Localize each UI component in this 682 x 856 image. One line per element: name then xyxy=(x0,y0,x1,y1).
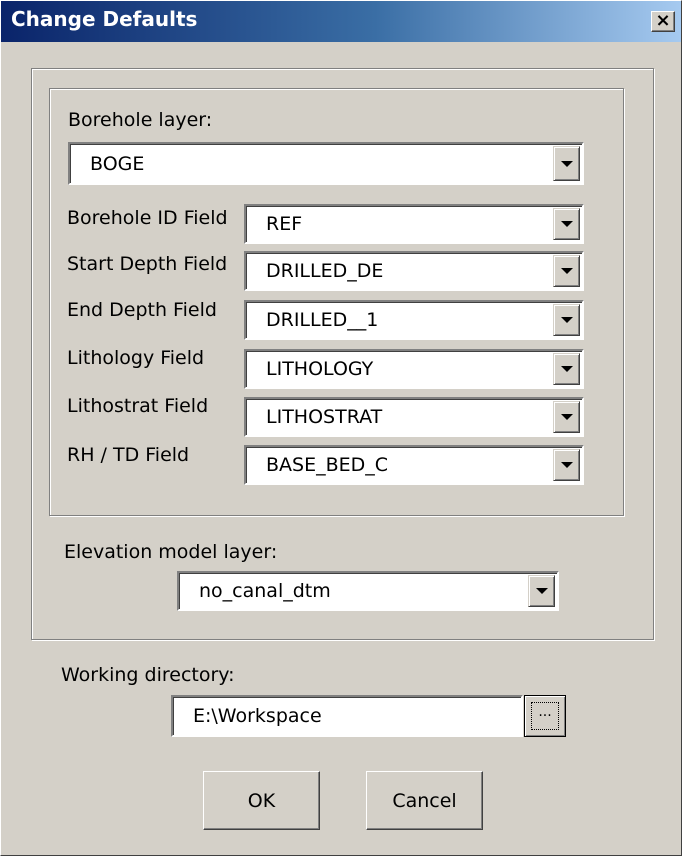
ok-button[interactable]: OK xyxy=(203,771,320,830)
change-defaults-dialog: Change Defaults × Borehole layer: BOGE B… xyxy=(0,0,682,856)
chevron-down-icon[interactable] xyxy=(553,449,580,481)
end-depth-field-label: End Depth Field xyxy=(67,299,217,321)
ellipsis-icon: ... xyxy=(531,702,559,730)
lithology-field-value: LITHOLOGY xyxy=(266,358,374,380)
chevron-down-icon[interactable] xyxy=(553,146,580,181)
lithology-field-dropdown[interactable]: LITHOLOGY xyxy=(244,349,584,389)
cancel-button[interactable]: Cancel xyxy=(366,771,483,830)
chevron-down-icon[interactable] xyxy=(553,401,580,433)
lithostrat-field-dropdown[interactable]: LITHOSTRAT xyxy=(244,397,584,437)
elevation-model-label: Elevation model layer: xyxy=(64,541,278,563)
lithology-field-label: Lithology Field xyxy=(67,347,205,369)
borehole-id-field-label: Borehole ID Field xyxy=(67,207,228,229)
borehole-layer-dropdown[interactable]: BOGE xyxy=(68,142,584,185)
start-depth-field-dropdown[interactable]: DRILLED_DE xyxy=(244,251,584,291)
window-title: Change Defaults xyxy=(11,7,198,31)
elevation-model-value: no_canal_dtm xyxy=(199,580,331,602)
chevron-down-icon[interactable] xyxy=(553,353,580,385)
borehole-id-field-dropdown[interactable]: REF xyxy=(244,204,584,244)
working-directory-input[interactable]: E:\Workspace xyxy=(171,695,523,737)
chevron-down-icon[interactable] xyxy=(553,208,580,240)
start-depth-field-label: Start Depth Field xyxy=(67,253,228,275)
working-directory-label: Working directory: xyxy=(61,664,235,686)
working-directory-value: E:\Workspace xyxy=(193,705,322,727)
borehole-id-field-value: REF xyxy=(266,213,303,235)
elevation-model-dropdown[interactable]: no_canal_dtm xyxy=(177,571,559,611)
title-bar[interactable]: Change Defaults × xyxy=(1,1,681,42)
chevron-down-icon[interactable] xyxy=(553,255,580,287)
chevron-down-icon[interactable] xyxy=(528,575,555,607)
end-depth-field-dropdown[interactable]: DRILLED__1 xyxy=(244,300,584,340)
borehole-layer-value: BOGE xyxy=(90,152,145,175)
start-depth-field-value: DRILLED_DE xyxy=(266,260,384,282)
chevron-down-icon[interactable] xyxy=(553,304,580,336)
lithostrat-field-label: Lithostrat Field xyxy=(67,395,209,417)
rh-td-field-label: RH / TD Field xyxy=(67,444,190,466)
rh-td-field-dropdown[interactable]: BASE_BED_C xyxy=(244,445,584,485)
end-depth-field-value: DRILLED__1 xyxy=(266,309,379,331)
browse-button[interactable]: ... xyxy=(524,695,566,737)
close-icon[interactable]: × xyxy=(651,11,675,32)
borehole-layer-label: Borehole layer: xyxy=(68,109,213,131)
lithostrat-field-value: LITHOSTRAT xyxy=(266,406,383,428)
rh-td-field-value: BASE_BED_C xyxy=(266,454,389,476)
